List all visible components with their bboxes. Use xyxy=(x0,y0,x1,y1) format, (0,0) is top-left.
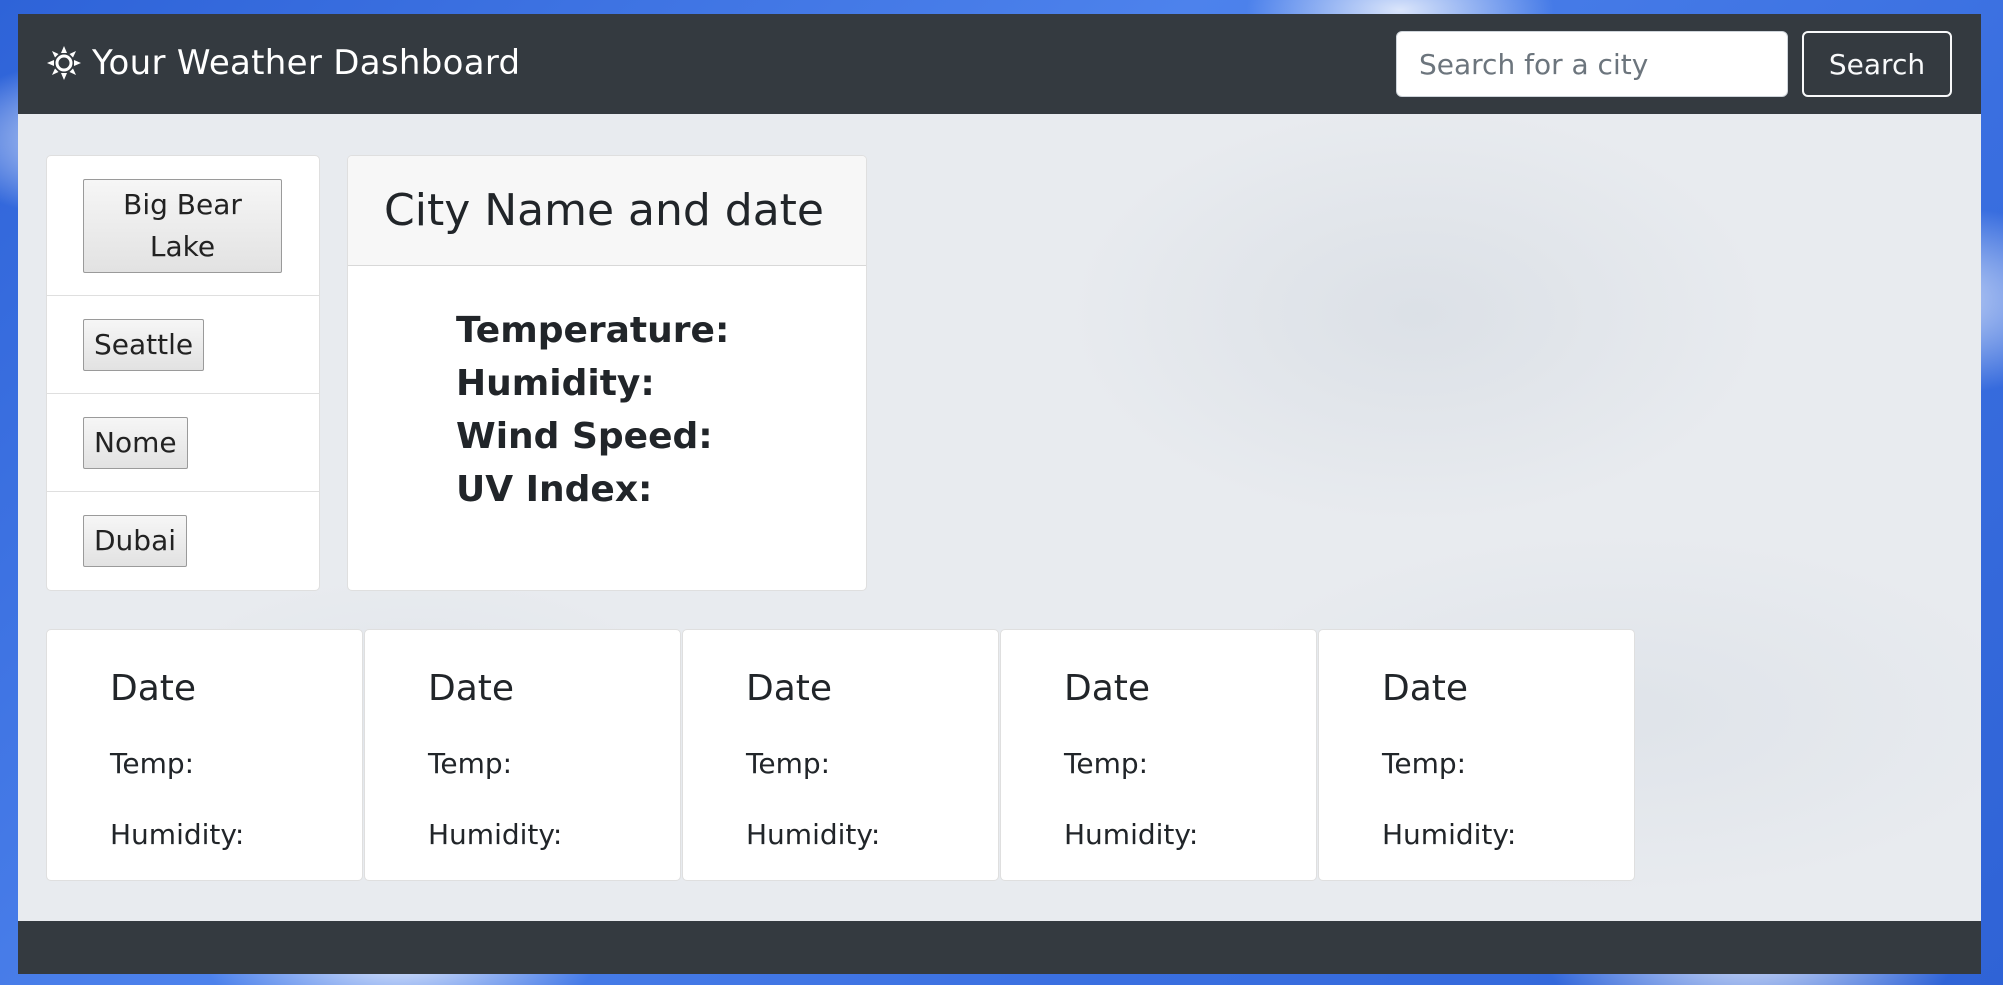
forecast-card: Date Temp: Humidity: xyxy=(1318,629,1635,881)
current-weather-card: City Name and date Temperature: Humidity… xyxy=(347,155,867,591)
wind-speed-label: Wind Speed: xyxy=(456,416,713,457)
city-button-dubai[interactable]: Dubai xyxy=(83,515,188,567)
navbar: Your Weather Dashboard Search xyxy=(18,14,1981,114)
sun-icon xyxy=(46,45,82,81)
brand: Your Weather Dashboard xyxy=(46,40,520,86)
forecast-humidity-label: Humidity: xyxy=(746,818,881,851)
forecast-humidity-label: Humidity: xyxy=(1064,818,1199,851)
city-button-seattle[interactable]: Seattle xyxy=(83,319,205,371)
city-button-big-bear-lake[interactable]: Big Bear Lake xyxy=(83,179,282,273)
page-title: Your Weather Dashboard xyxy=(92,43,521,83)
forecast-temp-label: Temp: xyxy=(1064,747,1149,780)
forecast-card: Date Temp: Humidity: xyxy=(46,629,363,881)
forecast-humidity-label: Humidity: xyxy=(428,818,563,851)
list-item: Seattle xyxy=(47,296,319,394)
humidity-label: Humidity: xyxy=(456,363,655,404)
search-button[interactable]: Search xyxy=(1802,31,1952,97)
forecast-date: Date xyxy=(1382,668,1469,709)
list-item: Nome xyxy=(47,394,319,492)
forecast-card: Date Temp: Humidity: xyxy=(364,629,681,881)
forecast-card: Date Temp: Humidity: xyxy=(682,629,999,881)
search-input[interactable] xyxy=(1396,31,1788,97)
forecast-date: Date xyxy=(428,668,515,709)
temperature-label: Temperature: xyxy=(456,310,730,351)
forecast-date: Date xyxy=(1064,668,1151,709)
forecast-temp-label: Temp: xyxy=(746,747,831,780)
forecast-humidity-label: Humidity: xyxy=(1382,818,1517,851)
city-history-list: Big Bear Lake Seattle Nome Dubai xyxy=(46,155,320,591)
uv-index-label: UV Index: xyxy=(456,469,653,510)
list-item: Dubai xyxy=(47,492,319,590)
forecast-temp-label: Temp: xyxy=(428,747,513,780)
forecast-date: Date xyxy=(746,668,833,709)
footer xyxy=(18,921,1981,974)
forecast-date: Date xyxy=(110,668,197,709)
forecast-humidity-label: Humidity: xyxy=(110,818,245,851)
city-button-nome[interactable]: Nome xyxy=(83,417,188,469)
current-weather-heading: City Name and date xyxy=(348,156,866,266)
app-container: Your Weather Dashboard Search Big Bear L… xyxy=(18,14,1981,974)
current-weather-body: Temperature: Humidity: Wind Speed: UV In… xyxy=(348,266,866,516)
forecast-card: Date Temp: Humidity: xyxy=(1000,629,1317,881)
forecast-temp-label: Temp: xyxy=(1382,747,1467,780)
list-item: Big Bear Lake xyxy=(47,156,319,296)
forecast-temp-label: Temp: xyxy=(110,747,195,780)
